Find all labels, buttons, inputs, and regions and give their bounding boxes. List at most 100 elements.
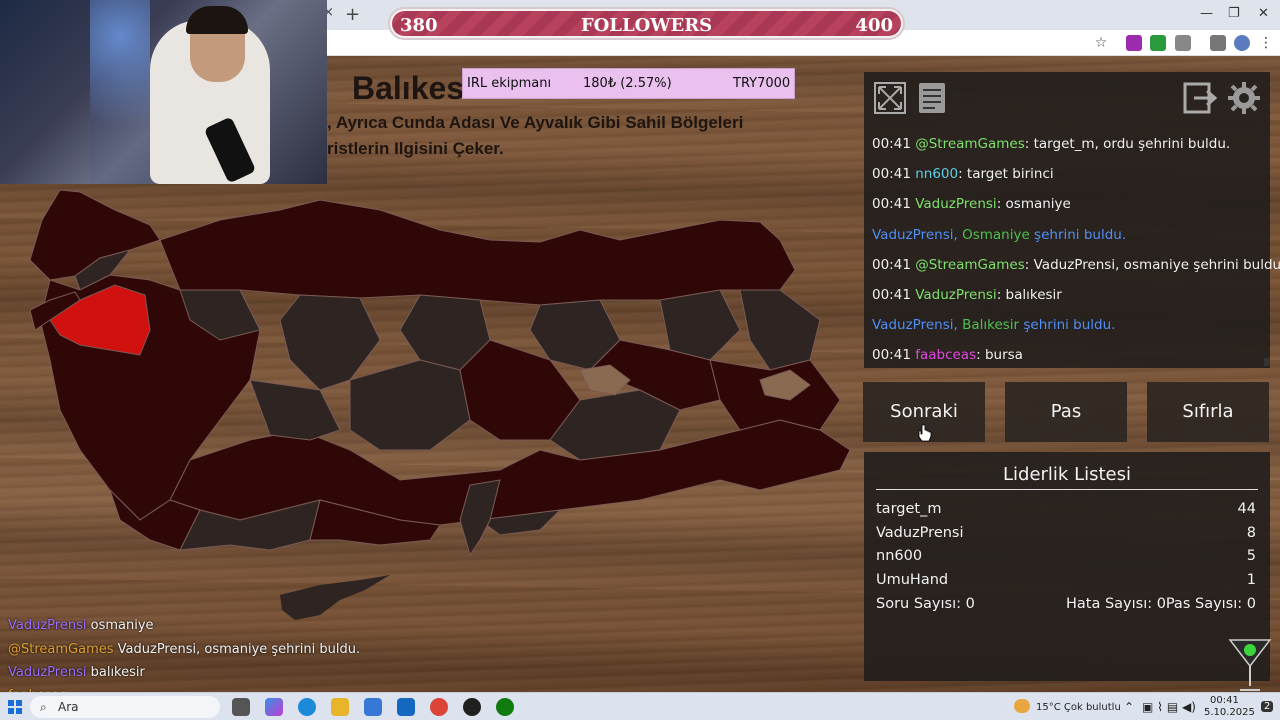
chat-time: 00:41	[872, 166, 911, 183]
chat-city: Balıkesir	[962, 317, 1020, 334]
leaderboard-name: target_m	[876, 501, 942, 517]
outlook-icon[interactable]	[397, 698, 415, 716]
leaderboard-score: 8	[1246, 525, 1256, 541]
province-region-north	[159, 199, 796, 306]
extension-icon[interactable]	[1150, 35, 1166, 51]
chat-message: 00:41 @StreamGames: VaduzPrensi, osmaniy…	[872, 253, 1280, 283]
city-info-line-1: , Ayrıca Cunda Adası Ve Ayvalık Gibi Sah…	[327, 113, 744, 132]
window-close-button[interactable]: ✕	[1258, 6, 1269, 21]
obs-icon[interactable]	[463, 698, 481, 716]
menu-kebab-icon[interactable]: ⋮	[1258, 35, 1274, 51]
maximize-button[interactable]: ❐	[1228, 6, 1240, 21]
chat-scrollbar[interactable]	[1264, 358, 1270, 366]
error-count: Hata Sayısı: 0	[1066, 596, 1166, 612]
chat-system-message: VaduzPrensi, Osmaniye şehrini buldu.	[872, 223, 1268, 253]
new-tab-button[interactable]: +	[345, 4, 360, 25]
chat-username: VaduzPrensi	[915, 286, 997, 303]
extensions-puzzle-icon[interactable]	[1175, 35, 1191, 51]
cyprus	[280, 575, 390, 620]
exit-icon[interactable]	[1182, 80, 1218, 116]
clock-date[interactable]: 5.10.2025	[1204, 707, 1255, 718]
pass-button[interactable]: Pas	[1005, 382, 1127, 442]
leaderboard-stats: Soru Sayısı: 0 Hata Sayısı: 0 Pas Sayısı…	[876, 596, 1256, 620]
chat-message: 00:41 @StreamGames: target_m, ordu şehri…	[872, 132, 1268, 162]
file-explorer-icon[interactable]	[331, 698, 349, 716]
followers-goal-bar: 380 FOLLOWERS 400	[388, 7, 905, 40]
settings-gear-icon[interactable]	[1226, 80, 1262, 116]
leaderboard-score: 44	[1237, 501, 1256, 517]
task-view-icon[interactable]	[232, 698, 250, 716]
province-unfound	[659, 289, 741, 361]
chat-city: Osmaniye	[962, 226, 1030, 243]
donation-goal-amount: 180₺ (2.57%)	[583, 76, 672, 91]
taskbar-search[interactable]: ⌕ Ara	[30, 696, 220, 718]
notification-badge[interactable]: 2	[1261, 701, 1274, 712]
search-icon: ⌕	[40, 700, 47, 714]
minimize-button[interactable]: —	[1200, 6, 1213, 21]
followers-progress-fill: 380 FOLLOWERS 400	[392, 11, 901, 36]
chat-username: @StreamGames	[915, 256, 1025, 273]
leaderboard-name: nn600	[876, 548, 923, 564]
xbox-icon[interactable]	[496, 698, 514, 716]
provinces[interactable]	[29, 189, 851, 557]
extension-icon[interactable]	[1126, 35, 1142, 51]
weather-text[interactable]: 15°C Çok bulutlu	[1036, 702, 1121, 713]
webcam-overlay	[0, 0, 327, 184]
background-lights	[90, 0, 150, 184]
chat-time: 00:41	[872, 136, 911, 152]
chat-message: 00:41 faabceas: bursa	[872, 343, 1268, 373]
overlay-chat-user: VaduzPrensi	[8, 665, 87, 680]
taskbar-search-label: Ara	[58, 700, 79, 714]
clock-time[interactable]: 00:41	[1210, 695, 1239, 706]
chat-text: : VaduzPrensi, osmaniye şehrini buldu.	[1024, 256, 1280, 273]
overlay-chat-line: @StreamGames VaduzPrensi, osmaniye şehri…	[8, 642, 360, 657]
chat-text: : bursa	[976, 347, 1023, 364]
profile-avatar[interactable]	[1234, 35, 1250, 51]
overlay-chat-line: VaduzPrensi balıkesir	[8, 665, 145, 680]
chat-username: faabceas	[915, 347, 977, 364]
province-unfound	[349, 359, 471, 451]
bookmark-star-icon[interactable]: ☆	[1093, 35, 1109, 51]
overlay-chat-text: VaduzPrensi, osmaniye şehrini buldu.	[117, 642, 361, 657]
weather-icon[interactable]	[1014, 699, 1030, 713]
overlay-chat-text: osmaniye	[90, 618, 154, 633]
tray-icons[interactable]: ▣ ⌇ ▤ ◀)	[1142, 700, 1196, 714]
chat-username: nn600	[915, 166, 959, 183]
windows-start-icon[interactable]	[8, 700, 22, 714]
leaderboard-row: UmuHand 1	[876, 572, 1256, 596]
chrome-icon[interactable]	[430, 698, 448, 716]
reset-button[interactable]: Sıfırla	[1147, 382, 1269, 442]
chat-text: : target_m, ordu şehrini buldu.	[1024, 136, 1231, 152]
tray-chevron-icon[interactable]: ⌃	[1124, 700, 1134, 714]
chat-time: 00:41	[872, 286, 911, 303]
chat-text: şehrini buldu.	[1019, 317, 1116, 334]
chat-time: 00:41	[872, 196, 911, 213]
leaderboard-name: VaduzPrensi	[876, 525, 964, 541]
document-icon[interactable]	[914, 80, 950, 116]
overlay-chat-user: VaduzPrensi	[8, 618, 87, 633]
store-icon[interactable]	[364, 698, 382, 716]
leaderboard-score: 5	[1246, 548, 1256, 564]
leaderboard-name: UmuHand	[876, 572, 949, 588]
donation-goal-label: IRL ekipmanı	[467, 76, 552, 91]
chat-message: 00:41 VaduzPrensi: osmaniye	[872, 192, 1268, 222]
province-unfound	[249, 379, 341, 441]
leaderboard-row: nn600 5	[876, 548, 1256, 572]
leaderboard-title: Liderlik Listesi	[876, 464, 1258, 490]
followers-label: FOLLOWERS	[580, 15, 713, 36]
chat-message: 00:41 nn600: target birinci	[872, 162, 1268, 192]
chat-time: 00:41	[872, 256, 911, 273]
chat-panel: 00:41 @StreamGames : target_m, ordu şehri…	[864, 72, 1280, 368]
chat-time: 00:41	[872, 347, 911, 364]
copilot-icon[interactable]	[265, 698, 283, 716]
chat-text: : osmaniye	[996, 196, 1071, 213]
province-unfound	[739, 289, 821, 371]
turkey-map[interactable]	[20, 180, 870, 640]
leaderboard-score: 1	[1246, 572, 1256, 588]
chat-username: VaduzPrensi,	[872, 226, 958, 243]
leaderboard-row: VaduzPrensi 8	[876, 525, 1256, 549]
edge-icon[interactable]	[298, 698, 316, 716]
chat-message: 00:41 VaduzPrensi: balıkesir	[872, 283, 1268, 313]
fullscreen-icon[interactable]	[872, 80, 908, 116]
reading-list-icon[interactable]	[1210, 35, 1226, 51]
